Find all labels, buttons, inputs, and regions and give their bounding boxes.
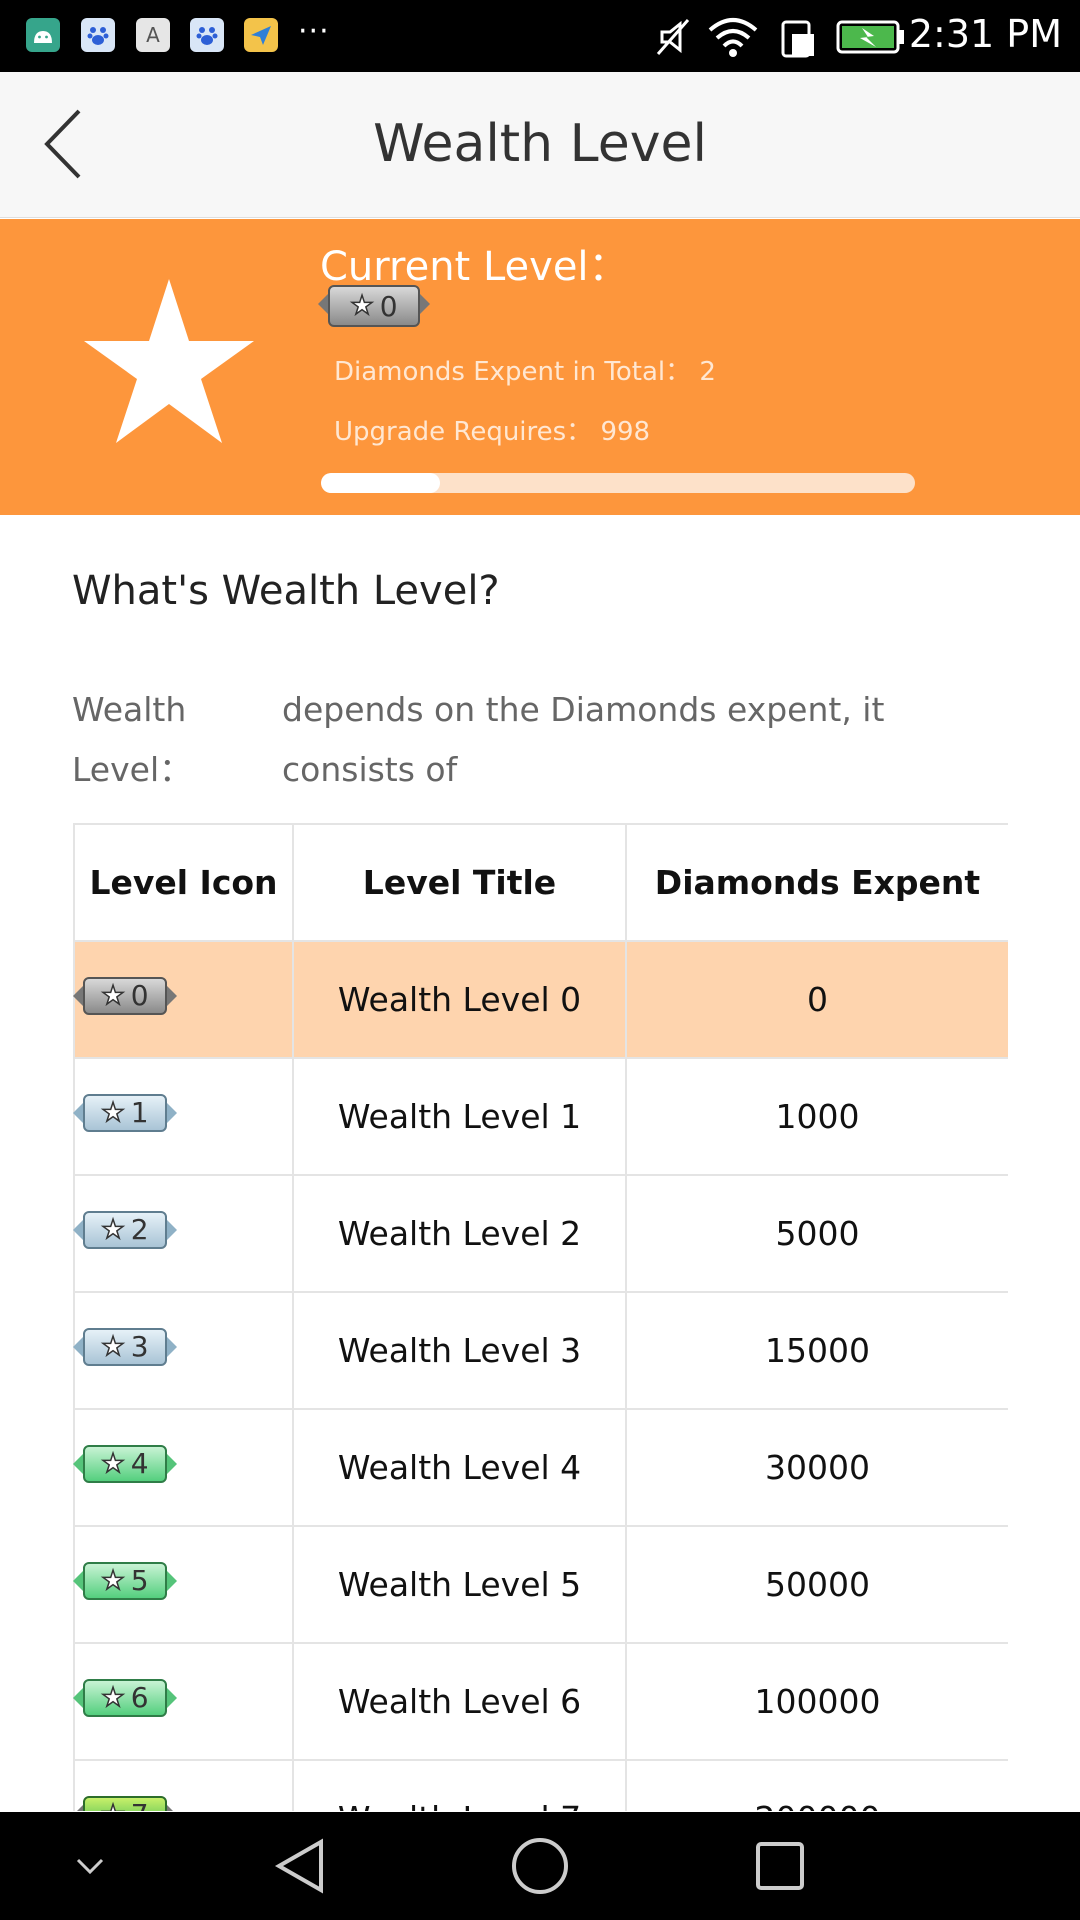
star-icon: ★ <box>101 1331 126 1363</box>
badge-level: 3 <box>130 1330 149 1363</box>
table-row: ★ 2 Wealth Level 2 5000 <box>73 1174 1008 1293</box>
badge-level: 7 <box>131 1798 149 1811</box>
screen: A ··· 2:31 PM Wealth Level Current Level… <box>0 0 1080 1920</box>
home-circle-icon <box>512 1838 568 1894</box>
diamonds-expent: 100000 <box>625 1642 1008 1761</box>
sim-icon <box>781 20 814 58</box>
table-row: ★ 4 Wealth Level 4 30000 <box>73 1408 1008 1527</box>
diamonds-total: Diamonds Expent in Total： 2 <box>334 357 716 387</box>
badge-level: 1 <box>130 1096 149 1129</box>
level-badge: ★ 6 <box>73 1675 177 1721</box>
star-icon: ★ <box>350 290 375 322</box>
description-label: Wealth Level： <box>72 690 193 789</box>
diamonds-expent: 0 <box>625 940 1008 1059</box>
wifi-icon <box>708 18 758 57</box>
navigation-icon <box>244 18 278 52</box>
level-banner: Current Level： ★ 0 Diamonds Expent in To… <box>0 219 1080 515</box>
diamonds-expent: 15000 <box>625 1291 1008 1410</box>
badge-level: 5 <box>130 1564 149 1597</box>
level-title: Wealth Level 0 <box>292 940 627 1059</box>
level-title: Wealth Level 1 <box>292 1057 627 1176</box>
star-icon: ★ <box>101 1565 126 1597</box>
table-row: ★ 1 Wealth Level 1 1000 <box>73 1057 1008 1176</box>
a-icon: A <box>136 18 170 52</box>
overflow-dots: ··· <box>298 14 330 49</box>
level-icon-cell: ★ 6 <box>73 1642 294 1761</box>
header-diamonds-expent: Diamonds Expent <box>625 823 1008 942</box>
level-badge: ★7 <box>73 1792 177 1811</box>
table-row: ★ 6 Wealth Level 6 100000 <box>73 1642 1008 1761</box>
diamonds-expent: 200000 <box>625 1759 1008 1811</box>
level-title: Wealth Level 3 <box>292 1291 627 1410</box>
navigation-bar <box>0 1812 1080 1920</box>
table-row: ★7Wealth Level 7200000 <box>73 1759 1008 1811</box>
level-badge: ★ 3 <box>73 1324 177 1370</box>
status-bar: A ··· 2:31 PM <box>0 0 1080 72</box>
android-icon <box>26 18 60 52</box>
recents-button[interactable] <box>745 1836 815 1896</box>
baidu-icon <box>190 18 224 52</box>
description-text: depends on the Diamonds expent, it consi… <box>282 690 885 789</box>
back-nav-button[interactable] <box>265 1836 335 1896</box>
header-level-icon: Level Icon <box>73 823 294 942</box>
badge-level: 2 <box>130 1213 149 1246</box>
star-icon: ★ <box>101 1682 126 1714</box>
table-row: ★ 0 Wealth Level 00 <box>73 940 1008 1059</box>
level-badge: ★ 5 <box>73 1558 177 1604</box>
table-row: ★ 5 Wealth Level 5 50000 <box>73 1525 1008 1644</box>
badge-level: 0 <box>130 979 149 1012</box>
hide-keyboard-button[interactable] <box>55 1836 125 1896</box>
table-row: ★ 3 Wealth Level 3 15000 <box>73 1291 1008 1410</box>
chevron-down-icon <box>76 1858 104 1875</box>
back-triangle-icon <box>274 1838 323 1894</box>
baidu-icon <box>81 18 115 52</box>
star-icon: ★ <box>101 1448 126 1480</box>
section-title: What's Wealth Level? <box>72 568 500 614</box>
page-title: Wealth Level <box>373 114 707 174</box>
diamonds-expent: 30000 <box>625 1408 1008 1527</box>
level-icon-cell: ★ 5 <box>73 1525 294 1644</box>
clock: 2:31 PM <box>908 12 1062 56</box>
level-icon-cell: ★ 4 <box>73 1408 294 1527</box>
level-badge: ★ 1 <box>73 1090 177 1136</box>
star-icon: ★ <box>101 1097 126 1129</box>
level-badge: ★ 2 <box>73 1207 177 1253</box>
level-icon-cell: ★7 <box>73 1759 294 1811</box>
star-icon: ★ <box>101 980 126 1012</box>
badge-level: 4 <box>130 1447 149 1480</box>
level-icon-cell: ★ 2 <box>73 1174 294 1293</box>
level-badge: ★ 0 <box>73 973 177 1019</box>
battery-icon <box>836 20 904 54</box>
home-button[interactable] <box>505 1836 575 1896</box>
level-icon-cell: ★ 3 <box>73 1291 294 1410</box>
diamonds-expent: 50000 <box>625 1525 1008 1644</box>
star-icon: ★ <box>101 1799 126 1811</box>
progress-fill <box>321 473 440 493</box>
level-title: Wealth Level 7 <box>292 1759 627 1811</box>
mute-icon <box>656 19 690 55</box>
upgrade-requires: Upgrade Requires： 998 <box>334 417 651 447</box>
diamonds-expent: 5000 <box>625 1174 1008 1293</box>
level-title: Wealth Level 4 <box>292 1408 627 1527</box>
table-header-row: Level Icon Level Title Diamonds Expent <box>73 823 1008 942</box>
header-level-title: Level Title <box>292 823 627 942</box>
recents-square-icon <box>756 1842 804 1890</box>
header: Wealth Level <box>0 72 1080 218</box>
level-badge: ★ 4 <box>73 1441 177 1487</box>
level-title: Wealth Level 2 <box>292 1174 627 1293</box>
progress-bar <box>321 473 915 493</box>
star-icon <box>84 279 254 443</box>
badge-level: 6 <box>130 1681 149 1714</box>
level-title: Wealth Level 6 <box>292 1642 627 1761</box>
level-icon-cell: ★ 1 <box>73 1057 294 1176</box>
badge-level: 0 <box>379 289 398 323</box>
level-title: Wealth Level 5 <box>292 1525 627 1644</box>
current-level-badge: ★ 0 <box>318 281 430 335</box>
level-icon-cell: ★ 0 <box>73 940 294 1059</box>
diamonds-expent: 1000 <box>625 1057 1008 1176</box>
star-icon: ★ <box>101 1214 126 1246</box>
level-table: Level Icon Level Title Diamonds Expent ★… <box>73 823 1008 1811</box>
